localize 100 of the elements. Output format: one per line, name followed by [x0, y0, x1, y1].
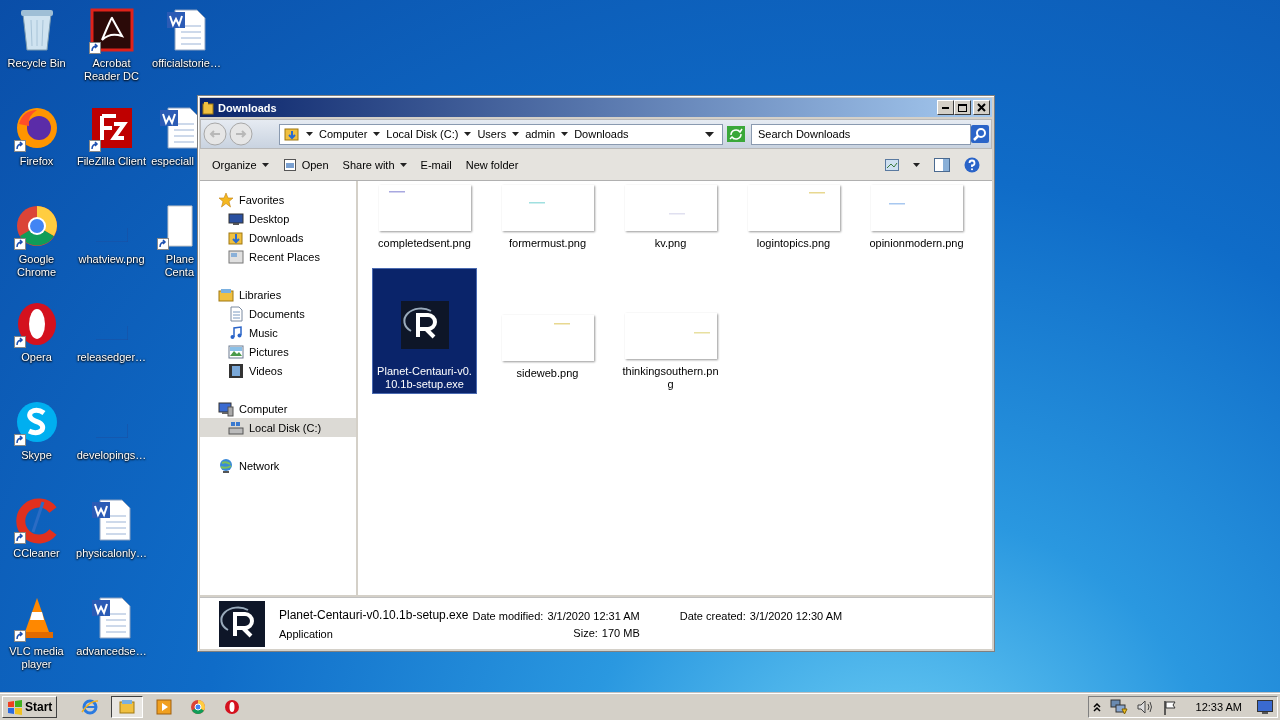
field-label: Date created:	[679, 610, 746, 622]
nav-item[interactable]: Computer	[200, 399, 356, 418]
picture-icon	[228, 343, 244, 360]
caret-icon	[261, 162, 269, 167]
caret-icon	[512, 131, 520, 137]
nav-item[interactable]: Desktop	[200, 209, 356, 228]
address-bar[interactable]: Computer Local Disk (C:) Users admin Downloads	[279, 123, 723, 145]
field-label: Date modified:	[472, 610, 544, 622]
folder-icon	[228, 229, 244, 246]
caret-icon	[373, 131, 381, 137]
nav-item[interactable]: Local Disk (C:)	[200, 418, 356, 437]
desktop-icon-label[interactable]: Recycle Bin	[0, 57, 74, 70]
refresh-button[interactable]	[727, 126, 745, 142]
windows-logo-icon	[7, 699, 23, 715]
network-icon[interactable]	[1109, 699, 1128, 715]
maximize-button[interactable]	[954, 100, 971, 115]
file-item[interactable]: kv.png	[618, 181, 723, 264]
desktop-icon-label[interactable]: Google Chrome	[0, 253, 74, 279]
file-item[interactable]: sideweb.png	[495, 268, 600, 394]
nav-item[interactable]: Videos	[200, 361, 356, 380]
nav-item[interactable]: Music	[200, 323, 356, 342]
chrome-icon	[189, 698, 208, 716]
library-icon	[218, 286, 234, 303]
breadcrumb-item[interactable]: Local Disk (C:)	[386, 128, 459, 140]
music-note-icon	[228, 324, 244, 341]
help-icon	[964, 156, 980, 173]
desktop-icon-label[interactable]: Skype	[0, 449, 74, 462]
menu-button[interactable]: Organize	[206, 155, 275, 174]
media-player-icon	[155, 698, 174, 716]
flag-icon[interactable]	[1162, 699, 1177, 715]
file-item[interactable]: logintopics.png	[741, 181, 846, 264]
file-item[interactable]: Planet-Centauri-v0.10.1b-setup.exe	[372, 268, 477, 394]
dropdown-caret-icon	[705, 131, 714, 137]
document-icon	[228, 305, 244, 322]
folder-icon	[284, 126, 300, 142]
file-type: Application	[279, 627, 334, 640]
window-icon	[282, 157, 297, 172]
file-item[interactable]: opinionmodern.png	[864, 181, 969, 264]
desktop-icon-label[interactable]: whatview.png	[74, 253, 149, 266]
caret-icon	[913, 162, 920, 167]
nav-item[interactable]: Libraries	[200, 285, 356, 304]
breadcrumb-item[interactable]: admin	[525, 128, 556, 140]
folder-icon	[228, 248, 244, 265]
minimize-icon	[942, 106, 949, 109]
nav-item[interactable]: Downloads	[200, 228, 356, 247]
toolbar-button[interactable]: Open	[276, 154, 335, 175]
search-icon	[971, 125, 989, 143]
globe-icon	[218, 457, 234, 474]
chevron-up-icon[interactable]	[1092, 702, 1101, 712]
search-field[interactable]: Search Downloads	[751, 123, 971, 145]
show-desktop-icon[interactable]	[1257, 700, 1273, 714]
clock-time[interactable]: 12:33 AM	[1195, 701, 1242, 713]
search-button[interactable]	[971, 125, 989, 143]
nav-item[interactable]: Network	[200, 456, 356, 475]
desktop-icon-label[interactable]: VLC media player	[0, 645, 74, 671]
desktop-icon-label[interactable]: Plane Centa	[150, 253, 194, 279]
volume-icon[interactable]	[1136, 700, 1154, 714]
desktop-icon-label[interactable]: releasedger…	[74, 351, 149, 364]
menu-button[interactable]: Share with	[336, 155, 413, 174]
computer-icon	[218, 400, 234, 417]
film-icon	[228, 362, 244, 379]
nav-item[interactable]: Recent Places	[200, 247, 356, 266]
star-icon	[218, 191, 234, 208]
start-button[interactable]: Start	[2, 696, 58, 718]
desktop-icon-label[interactable]: FileZilla Client	[74, 155, 149, 168]
picture-icon	[885, 158, 899, 171]
breadcrumb-item[interactable]: Users	[477, 128, 507, 140]
caret-icon	[561, 131, 569, 137]
nav-item[interactable]: Pictures	[200, 342, 356, 361]
file-item[interactable]: formermust.png	[495, 181, 600, 264]
toolbar-button[interactable]: E-mail	[414, 155, 458, 174]
breadcrumb-item[interactable]: Computer	[319, 128, 368, 140]
minimize-button[interactable]	[937, 100, 954, 115]
desktop-icon-label[interactable]: Firefox	[0, 155, 74, 168]
breadcrumb-item[interactable]: Downloads	[574, 128, 629, 140]
close-button[interactable]	[973, 100, 990, 115]
desktop-icon-label[interactable]: CCleaner	[0, 547, 74, 560]
file-name: Planet-Centauri-v0.10.1b-setup.exe	[279, 607, 469, 622]
folder-icon	[202, 100, 214, 115]
pane-icon	[934, 157, 950, 172]
desktop-icon-label[interactable]: advancedse…	[74, 645, 149, 658]
desktop-icon-label[interactable]: physicalonly…	[74, 547, 149, 560]
desktop-icon-label[interactable]: Opera	[0, 351, 74, 364]
field-value: 170 MB	[601, 627, 640, 639]
toolbar-button[interactable]: New folder	[459, 155, 525, 174]
taskbar-button[interactable]	[111, 696, 144, 718]
desktop-icon-label[interactable]: officialstorie…	[149, 57, 224, 70]
desktop-icon-label[interactable]: Acrobat Reader DC	[74, 57, 149, 83]
browser-icon	[81, 698, 100, 716]
field-value: 3/1/2020 12:31 AM	[547, 610, 640, 622]
nav-item[interactable]: Documents	[200, 304, 356, 323]
monitor-icon	[228, 210, 244, 227]
file-item[interactable]: completedsent.png	[372, 181, 477, 264]
file-item[interactable]: thinkingsouthern.png	[618, 268, 723, 394]
desktop-icon-label[interactable]: developings…	[74, 449, 149, 462]
caret-icon	[399, 162, 407, 167]
field-value: 3/1/2020 12:30 AM	[749, 610, 843, 622]
opera-icon	[223, 698, 242, 716]
nav-item[interactable]: Favorites	[200, 190, 356, 209]
desktop-icon-label[interactable]: especiall	[150, 155, 194, 168]
